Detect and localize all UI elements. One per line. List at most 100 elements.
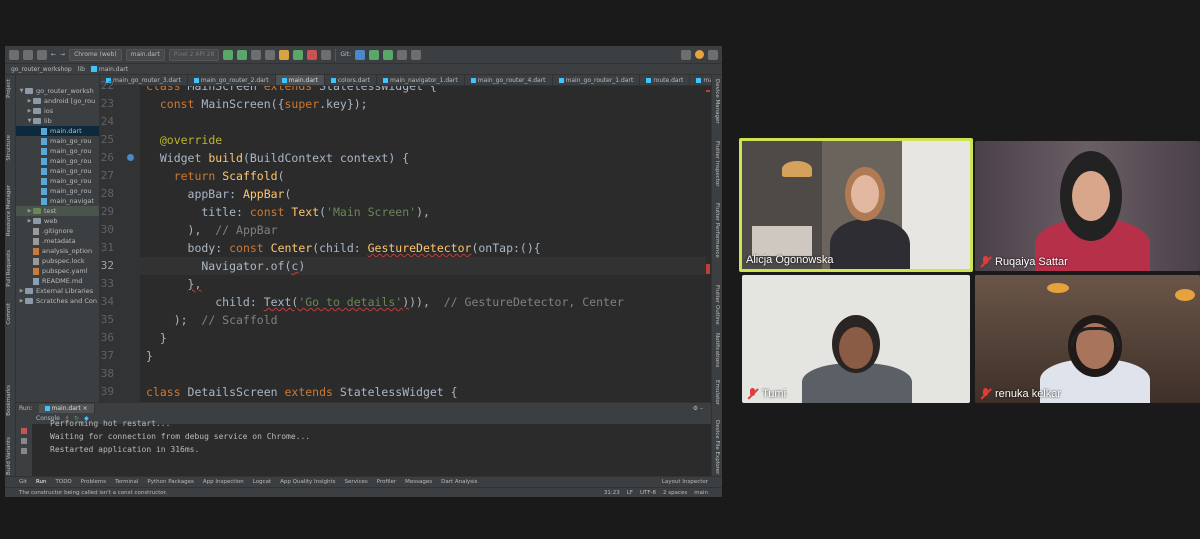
chevron-down-icon[interactable]: ▼ <box>18 88 25 94</box>
chevron-right-icon[interactable]: ▶ <box>26 98 33 104</box>
tool-window-logcat[interactable]: Logcat <box>253 479 271 485</box>
chevron-right-icon[interactable]: ▶ <box>18 288 25 294</box>
search-icon[interactable] <box>681 49 691 60</box>
chevron-right-icon[interactable]: ▶ <box>26 108 33 114</box>
breadcrumb-folder[interactable]: lib <box>78 66 85 73</box>
tool-window-project[interactable]: Project <box>6 79 12 98</box>
participant-tile-ruqaiya[interactable]: Ruqaiya Sattar <box>975 141 1200 271</box>
tool-window-notifications[interactable]: Notifications <box>714 333 720 367</box>
project-tree-item[interactable]: main_go_rou <box>16 166 99 176</box>
editor-tab[interactable]: colors.dart <box>325 75 377 85</box>
hot-reload-icon[interactable] <box>279 49 290 60</box>
run-config-selector[interactable]: main.dart <box>125 48 165 61</box>
tool-window-terminal[interactable]: Terminal <box>115 479 138 485</box>
pin-icon[interactable] <box>21 438 27 444</box>
project-tree-item[interactable]: ▶ ios <box>16 106 99 116</box>
tool-window-profiler[interactable]: Profiler <box>377 479 396 485</box>
project-tree-item[interactable]: ▼ go_router_worksh <box>16 86 99 96</box>
git-history-icon[interactable] <box>397 49 408 60</box>
chevron-right-icon[interactable]: ▶ <box>26 208 33 214</box>
project-tree-item[interactable]: main_go_rou <box>16 186 99 196</box>
editor-tab[interactable]: main_navigator_1.dart <box>377 75 465 85</box>
forward-icon[interactable]: → <box>60 51 65 58</box>
breadcrumb-file[interactable]: main.dart <box>90 66 128 73</box>
project-tree-item[interactable]: ▶ Scratches and Con <box>16 296 99 306</box>
tool-window-app-quality-insights[interactable]: App Quality Insights <box>280 479 335 485</box>
tool-window-todo[interactable]: TODO <box>56 479 72 485</box>
editor-tab[interactable]: route.dart <box>640 75 691 85</box>
participant-tile-alicja[interactable]: Alicja Ogonowska <box>739 138 973 272</box>
hot-restart-icon[interactable] <box>293 49 304 60</box>
editor-tab[interactable]: main_go_router_2.dart <box>188 75 276 85</box>
project-tree-item[interactable]: pubspec.lock <box>16 256 99 266</box>
tool-window-messages[interactable]: Messages <box>405 479 432 485</box>
editor-scrollbar[interactable] <box>706 86 711 402</box>
refresh-icon[interactable] <box>37 49 47 60</box>
clear-icon[interactable] <box>21 448 27 454</box>
participant-tile-tumi[interactable]: Tumi <box>742 275 970 403</box>
project-tree-item[interactable]: main_navigat <box>16 196 99 206</box>
console-output[interactable]: Performing hot restart... Waiting for con… <box>32 419 711 476</box>
device-selector[interactable]: Chrome (web) <box>69 48 122 61</box>
project-tree-item[interactable]: ▼ lib <box>16 116 99 126</box>
error-marker[interactable] <box>706 264 710 274</box>
folder-icon[interactable] <box>9 49 19 60</box>
editor-tab[interactable]: main <box>690 75 711 85</box>
project-tree-item[interactable]: analysis_option <box>16 246 99 256</box>
tool-window-flutter-inspector[interactable]: Flutter Inspector <box>714 141 720 187</box>
participant-tile-renuka[interactable]: renuka kelkar <box>975 275 1200 403</box>
save-icon[interactable] <box>23 49 33 60</box>
error-marker[interactable] <box>706 90 710 92</box>
chevron-down-icon[interactable]: ▼ <box>26 118 33 124</box>
chevron-right-icon[interactable]: ▶ <box>26 218 33 224</box>
tool-window-run[interactable]: Run <box>36 479 47 485</box>
project-tree-item[interactable]: .metadata <box>16 236 99 246</box>
tool-window-python-packages[interactable]: Python Packages <box>147 479 193 485</box>
update-notification-icon[interactable] <box>695 50 704 59</box>
stop-icon[interactable] <box>307 49 318 60</box>
line-separator[interactable]: LF <box>627 490 633 496</box>
tool-window-device-file-explorer[interactable]: Device File Explorer <box>714 420 720 474</box>
breadcrumb-project[interactable]: go_router_workshop <box>11 66 72 73</box>
project-tree-item[interactable]: ▶ External Libraries <box>16 286 99 296</box>
tool-window-dart-analysis[interactable]: Dart Analysis <box>441 479 477 485</box>
run-icon[interactable] <box>223 49 234 60</box>
tool-window-problems[interactable]: Problems <box>81 479 106 485</box>
chevron-right-icon[interactable]: ▶ <box>18 298 25 304</box>
project-tree-item[interactable]: README.md <box>16 276 99 286</box>
indent-setting[interactable]: 2 spaces <box>663 490 687 496</box>
project-tree-item[interactable]: main_go_rou <box>16 146 99 156</box>
editor-tab[interactable]: main_go_router_4.dart <box>465 75 553 85</box>
tool-window-layout-inspector[interactable]: Layout Inspector <box>662 479 722 485</box>
tool-window-resource-manager[interactable]: Resource Manager <box>6 185 12 236</box>
run-config-tab[interactable]: main.dart × <box>38 403 95 413</box>
tool-window-device-manager[interactable]: Device Manager <box>714 79 720 124</box>
emulator-selector[interactable]: Pixel 2 API 28 <box>168 48 220 61</box>
git-commit-icon[interactable] <box>369 49 380 60</box>
coverage-icon[interactable] <box>251 49 262 60</box>
git-rollback-icon[interactable] <box>411 49 422 60</box>
gear-icon[interactable]: ⚙ – <box>693 405 711 412</box>
project-tree-item[interactable]: main_go_rou <box>16 176 99 186</box>
tool-window-build-variants[interactable]: Build Variants <box>6 437 12 475</box>
project-tree-item[interactable]: main_go_rou <box>16 136 99 146</box>
git-push-icon[interactable] <box>383 49 394 60</box>
tool-window-services[interactable]: Services <box>345 479 368 485</box>
project-tree-item[interactable]: main_go_rou <box>16 156 99 166</box>
tool-window-commit[interactable]: Commit <box>6 303 12 325</box>
code-editor[interactable]: class MainScreen extends StatelessWidget… <box>140 86 711 402</box>
cursor-position[interactable]: 31:23 <box>604 490 620 496</box>
back-icon[interactable]: ← <box>51 51 56 58</box>
project-tree-item[interactable]: ▶ web <box>16 216 99 226</box>
tool-window-app-inspection[interactable]: App Inspection <box>203 479 244 485</box>
project-tree-item[interactable]: ▶ test <box>16 206 99 216</box>
settings-icon[interactable] <box>708 49 718 60</box>
attach-icon[interactable] <box>321 49 332 60</box>
tool-window-structure[interactable]: Structure <box>6 135 12 161</box>
tool-window-git[interactable]: Git <box>19 479 27 485</box>
tool-window-emulator[interactable]: Emulator <box>714 380 720 405</box>
override-marker-icon[interactable] <box>127 154 134 161</box>
file-encoding[interactable]: UTF-8 <box>640 490 656 496</box>
project-tree-item[interactable]: .gitignore <box>16 226 99 236</box>
project-tree-item[interactable]: main.dart <box>16 126 99 136</box>
